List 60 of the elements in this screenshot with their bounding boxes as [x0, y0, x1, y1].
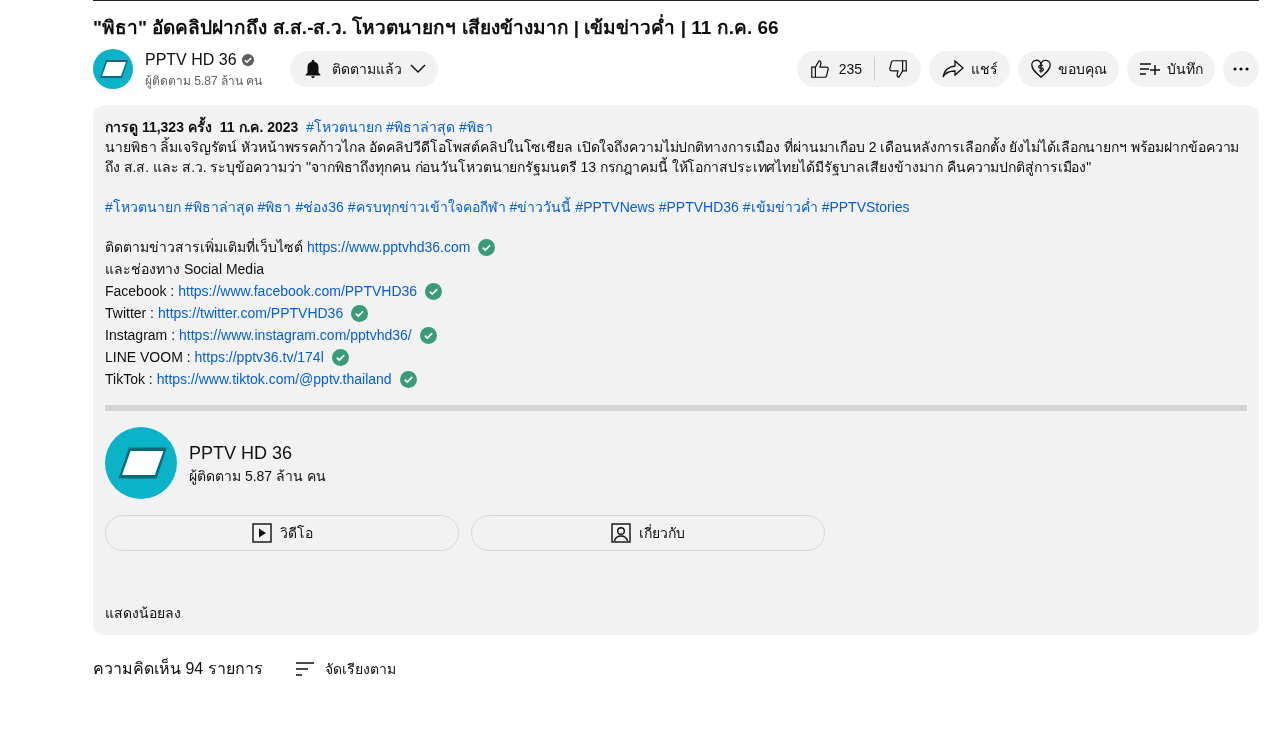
url-link[interactable]: https://www.tiktok.com/@pptv.thailand	[156, 369, 392, 389]
hashtag-link[interactable]: #โหวตนายก	[306, 117, 383, 137]
verified-check-icon	[419, 326, 437, 344]
share-arrow-icon	[941, 58, 965, 80]
channel-name[interactable]: PPTV HD 36	[145, 48, 237, 72]
hashtag-link[interactable]: #ช่อง36	[295, 197, 344, 217]
more-icon	[1233, 67, 1249, 71]
verified-check-icon	[399, 370, 417, 388]
url-link[interactable]: https://pptv36.tv/174l	[194, 347, 324, 367]
comment-count: ความคิดเห็น 94 รายการ	[93, 657, 263, 679]
url-link[interactable]: https://www.pptvhd36.com	[307, 237, 471, 257]
channel-avatar[interactable]	[93, 49, 133, 89]
link-label: ติดตามข่าวสารเพิ่มเติมที่เว็บไซต์	[105, 237, 303, 257]
thanks-button[interactable]: ขอบคุณ	[1018, 51, 1119, 87]
subscriber-count: ผู้ติดตาม 5.87 ล้าน คน	[145, 73, 263, 90]
sort-icon	[294, 661, 315, 677]
subscribe-button[interactable]: ติดตามแล้ว	[290, 51, 439, 87]
social-media-text: และช่องทาง Social Media	[105, 260, 266, 279]
link-label: LINE VOOM :	[105, 348, 191, 367]
thumbs-up-icon	[808, 58, 831, 80]
url-link[interactable]: https://www.instagram.com/pptvhd36/	[179, 325, 412, 345]
link-label: Twitter :	[105, 304, 154, 323]
more-button[interactable]	[1223, 51, 1259, 87]
hashtag-link[interactable]: #PPTVHD36	[658, 197, 739, 217]
hashtag-link[interactable]: #พิธาล่าสุด	[386, 117, 455, 137]
thumbs-down-icon	[887, 58, 909, 80]
hashtag-link[interactable]: #โหวตนายก	[105, 197, 181, 217]
url-link[interactable]: https://twitter.com/PPTVHD36	[158, 303, 344, 323]
video-title: "พิธา" อัดคลิปฝากถึง ส.ส.-ส.ว. โหวตนายกฯ เสียงข้างมาก | เข้มข่าวค่ำ | 11 ก.ค. 66	[93, 15, 1259, 41]
hashtag-link[interactable]: #พิธา	[458, 117, 493, 137]
hashtag-link[interactable]: #ครบทุกข่าวเข้าใจคอกีฬา	[347, 197, 506, 217]
verified-check-icon	[351, 304, 369, 322]
like-button[interactable]: 235	[796, 51, 874, 87]
description-text: นายพิธา ลิ้มเจริญรัตน์ หัวหน้าพรรคก้าวไกล อัดคลิปวีดีโอโพสต์คลิปในโซเชียล เปิดใจถึงความไม่ปกติทางการเมือง ที่ผ่านมาเกือบ 2 เดือนหลังการเลือกตั้ง ยังไม่ได้เลือกนายกฯ พร้อมฝากข้อความถึง ส.ส. และ ส.ว. ระบุข้อความว่า "จากพิธาถึงทุกคน ก่อนวันโหวตนายกรัฐมนตรี 13 กรกฎาคมนี้ ให้โอกาสประเทศไทยได้มีรัฐบาลเสียงข้างมาก คืนความปกติสู่การเมือง"	[105, 137, 1241, 177]
hashtag-link[interactable]: #พิธา	[257, 197, 292, 217]
link-label: Instagram :	[105, 326, 176, 345]
subscriber-count: ผู้ติดตาม 5.87 ล้าน คน	[189, 467, 326, 486]
heart-dollar-icon	[1030, 58, 1052, 80]
url-link[interactable]: https://www.facebook.com/PPTVHD36	[178, 281, 418, 301]
hashtag-link[interactable]: #เข้มข่าวค่ำ	[742, 197, 818, 217]
share-button[interactable]: แชร์	[929, 51, 1010, 87]
person-box-icon	[611, 523, 631, 543]
chevron-down-icon	[410, 64, 427, 74]
play-box-icon	[251, 523, 272, 543]
channel-name[interactable]: PPTV HD 36	[189, 440, 326, 466]
hashtag-link[interactable]: #ข่าววันนี้	[509, 197, 572, 217]
upload-date: 11 ก.ค. 2023	[219, 118, 299, 137]
sort-button[interactable]: จัดเรียงตาม	[294, 658, 396, 680]
save-button[interactable]: บันทึก	[1127, 51, 1215, 87]
verified-check-icon	[478, 238, 496, 256]
show-less-button[interactable]: แสดงน้อยลง	[105, 603, 181, 623]
add-to-playlist-icon	[1139, 61, 1161, 77]
verified-check-icon	[331, 348, 349, 366]
link-label: TikTok :	[105, 370, 153, 389]
verified-check-icon	[425, 282, 443, 300]
link-label: Facebook :	[105, 282, 175, 301]
view-count: การดู 11,323 ครั้ง	[105, 117, 212, 137]
hashtag-link[interactable]: #พิธาล่าสุด	[184, 197, 254, 217]
hashtag-link[interactable]: #PPTVNews	[575, 197, 655, 217]
hashtag-link[interactable]: #PPTVStories	[821, 197, 910, 217]
